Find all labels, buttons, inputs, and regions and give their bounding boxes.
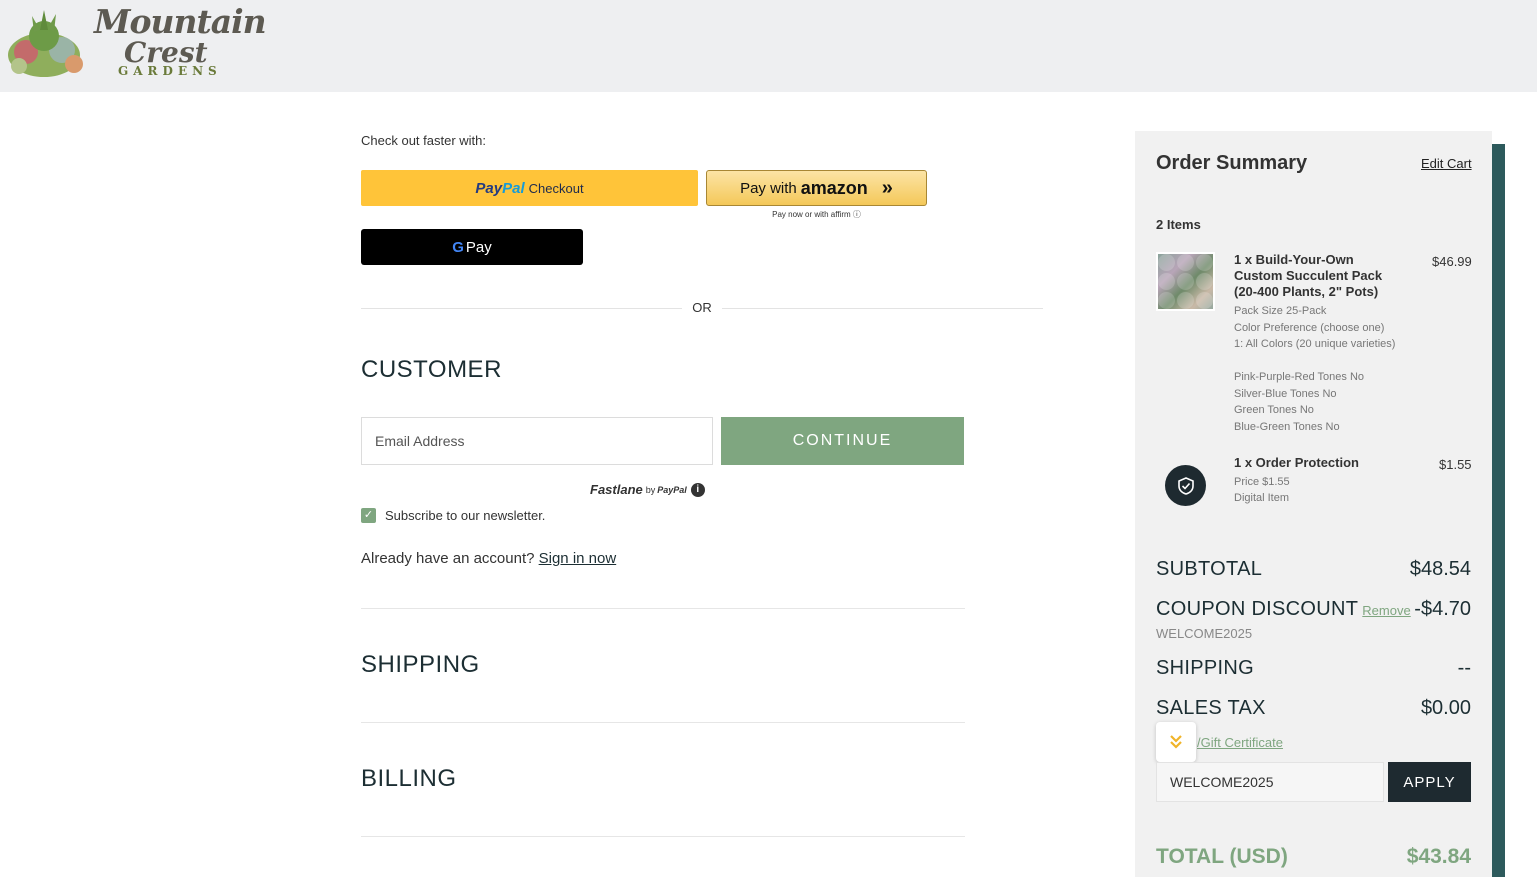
amazon-pay-button[interactable]: Pay with amazon » [706,170,927,206]
section-divider [361,722,965,723]
coupon-discount-row: COUPON DISCOUNT Remove [1156,598,1411,621]
applied-coupon-code: WELCOME2025 [1156,626,1253,641]
product-option: Color Preference (choose one) [1234,322,1385,334]
brand-logo[interactable]: Mountain Crest GARDENS [4,0,267,88]
succulent-logo-icon [8,10,83,77]
brand-line-1: Mountain [94,2,267,41]
express-checkout-label: Check out faster with: [361,133,486,148]
amazon-pay-prefix: Pay with [740,179,797,197]
coupon-discount-label: COUPON DISCOUNT [1156,598,1359,620]
email-field[interactable] [361,417,713,465]
or-label: OR [682,300,722,315]
product-option: Silver-Blue Tones No [1234,388,1337,400]
product-option: 1: All Colors (20 unique varieties) [1234,338,1396,350]
account-prompt: Already have an account? Sign in now [361,550,616,567]
amazon-logo: amazon [800,177,868,198]
section-divider [361,608,965,609]
protection-price: $1.55 [1439,457,1472,472]
chevron-double-down-svg [1170,735,1182,749]
sign-in-link[interactable]: Sign in now [539,550,617,567]
product-option: Blue-Green Tones No [1234,421,1340,433]
shield-check-icon [1165,465,1206,506]
product-option: Pack Size 25-Pack [1234,305,1327,317]
shipping-cost-label: SHIPPING [1156,657,1254,679]
paypal-checkout-label: Checkout [528,180,584,196]
subtotal-label: SUBTOTAL [1156,558,1263,580]
protection-option: Digital Item [1234,492,1290,504]
check-icon: ✓ [363,509,374,521]
gift-certificate-link[interactable]: /Gift Certificate [1197,735,1283,750]
subtotal-value: $48.54 [1409,558,1471,580]
items-count: 2 Items [1156,217,1201,232]
product-name: 1 x Build-Your-Own Custom Succulent Pack… [1234,252,1383,299]
fastlane-paypal: PayPal [657,484,687,495]
fastlane-badge: Fastlane by PayPal i [590,482,705,497]
remove-coupon-link[interactable]: Remove [1362,603,1410,618]
brand-wordmark: Mountain Crest GARDENS [94,2,267,79]
total-label: TOTAL (USD) [1156,845,1288,868]
info-icon[interactable]: i [690,482,705,497]
product-option: Pink-Purple-Red Tones No [1234,371,1365,383]
fastlane-name: Fastlane [590,482,643,497]
product-option: Green Tones No [1234,404,1314,416]
shipping-heading[interactable]: SHIPPING [361,651,480,679]
site-header: Mountain Crest GARDENS [0,0,1537,92]
google-pay-label: Pay [465,238,492,256]
paypal-logo: PayPal [475,179,525,197]
google-g-icon: G [452,238,464,256]
fastlane-by: by [645,484,656,495]
shield-check-svg [1177,476,1194,495]
total-value: $43.84 [1406,845,1471,868]
order-summary-title: Order Summary [1156,152,1308,174]
affirm-note: Pay now or with affirm ⓘ [772,210,861,219]
continue-button[interactable]: CONTINUE [721,417,964,465]
product-price: $46.99 [1432,254,1472,269]
account-prompt-text: Already have an account? [361,550,535,567]
edit-cart-link[interactable]: Edit Cart [1421,156,1472,171]
newsletter-checkbox[interactable]: ✓ [361,508,376,523]
customer-heading: CUSTOMER [361,356,502,383]
summary-scroll-edge [1492,144,1505,877]
brand-line-2: Crest [124,36,208,69]
sales-tax-label: SALES TAX [1156,697,1266,719]
double-chevron-right-icon: » [881,176,893,199]
google-pay-button[interactable]: G Pay [361,229,583,265]
newsletter-label[interactable]: Subscribe to our newsletter. [385,508,545,523]
brand-line-3: GARDENS [118,64,222,78]
protection-name: 1 x Order Protection [1234,455,1359,470]
paypal-checkout-button[interactable]: PayPal Checkout [361,170,698,206]
protection-option: Price $1.55 [1234,476,1290,488]
sales-tax-value: $0.00 [1420,697,1471,719]
shipping-cost-value: -- [1457,657,1471,679]
billing-heading[interactable]: BILLING [361,765,457,793]
coupon-input[interactable] [1156,762,1384,802]
apply-coupon-button[interactable]: APPLY [1388,762,1471,802]
product-thumbnail-grid [1158,254,1213,309]
coupon-discount-value: -$4.70 [1414,598,1471,620]
section-divider [361,836,965,837]
chevron-double-down-icon[interactable] [1156,722,1196,762]
